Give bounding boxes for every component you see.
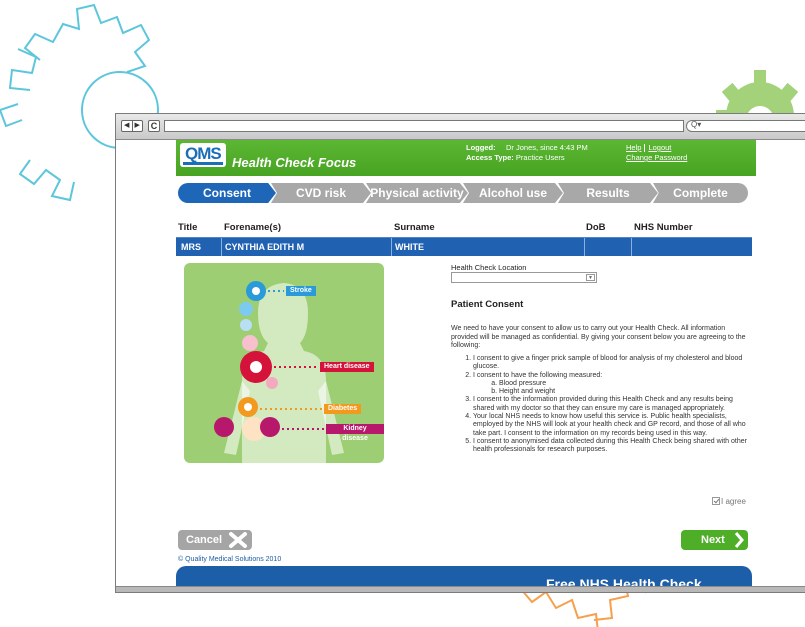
app-title: Health Check Focus bbox=[232, 155, 357, 170]
screen: ◀ ▶ C Q▾ QMS Health Check Focus Logged: … bbox=[0, 0, 805, 627]
cancel-label: Cancel bbox=[186, 534, 223, 546]
nav-buttons: ◀ ▶ bbox=[121, 120, 143, 132]
close-icon bbox=[229, 532, 247, 548]
forward-icon[interactable]: ▶ bbox=[131, 121, 143, 131]
consent-intro: We need to have your consent to allow us… bbox=[451, 325, 746, 349]
browser-toolbar: ◀ ▶ C Q▾ bbox=[116, 114, 805, 140]
agree-checkbox[interactable] bbox=[712, 497, 720, 505]
cell-divider bbox=[221, 238, 222, 256]
step-consent[interactable]: Consent bbox=[178, 183, 276, 203]
logo-text: QMS bbox=[185, 144, 222, 163]
agree-label: I agree bbox=[721, 497, 746, 506]
access-value: Practice Users bbox=[515, 153, 565, 162]
consent-sub-item: Height and weight bbox=[499, 388, 751, 396]
logged-label: Logged: bbox=[466, 143, 496, 152]
session-info: Logged: Dr Jones, since 4:43 PM Access T… bbox=[466, 143, 588, 163]
next-label: Next bbox=[701, 534, 725, 546]
change-password-link[interactable]: Change Password bbox=[626, 153, 687, 162]
cell-divider bbox=[391, 238, 392, 256]
location-label: Health Check Location bbox=[451, 263, 527, 272]
consent-item: I consent to the information provided du… bbox=[473, 396, 751, 413]
step-alcohol-use[interactable]: Alcohol use bbox=[463, 183, 563, 203]
search-icon: Q▾ bbox=[691, 120, 702, 129]
link-separator bbox=[644, 144, 646, 153]
cell-divider bbox=[584, 238, 585, 256]
kidney-disease-label: Kidney disease bbox=[326, 424, 384, 442]
step-cvd-risk[interactable]: CVD risk bbox=[271, 183, 371, 203]
step-physical-activity[interactable]: Physical activity bbox=[366, 183, 468, 203]
col-nhs-number: NHS Number bbox=[634, 222, 693, 233]
cancel-button[interactable]: Cancel bbox=[178, 530, 252, 550]
location-select[interactable]: ▼ bbox=[451, 272, 597, 283]
browser-status-bar bbox=[116, 586, 805, 592]
reload-icon[interactable]: C bbox=[148, 120, 160, 132]
step-results[interactable]: Results bbox=[558, 183, 658, 203]
browser-window: ◀ ▶ C Q▾ QMS Health Check Focus Logged: … bbox=[115, 113, 805, 593]
cell-divider bbox=[631, 238, 632, 256]
cell-title: MRS bbox=[181, 242, 201, 252]
consent-sub-item: Blood pressure bbox=[499, 380, 751, 388]
copyright: © Quality Medical Solutions 2010 bbox=[178, 556, 282, 563]
stroke-label: Stroke bbox=[286, 286, 316, 296]
col-surname: Surname bbox=[394, 222, 435, 233]
progress-steps: Consent CVD risk Physical activity Alcoh… bbox=[178, 183, 748, 203]
logo-underline bbox=[183, 162, 223, 165]
patient-row: MRS CYNTHIA EDITH M WHITE bbox=[176, 237, 752, 256]
consent-item: I consent to give a finger prick sample … bbox=[473, 355, 751, 372]
consent-item: I consent to have the following measured… bbox=[473, 372, 751, 397]
app-header: QMS Health Check Focus Logged: Dr Jones,… bbox=[176, 140, 756, 176]
consent-item: I consent to anonymised data collected d… bbox=[473, 438, 751, 455]
qms-logo: QMS bbox=[180, 143, 226, 167]
back-icon[interactable]: ◀ bbox=[122, 121, 132, 131]
col-title: Title bbox=[178, 222, 198, 233]
page-viewport: QMS Health Check Focus Logged: Dr Jones,… bbox=[116, 140, 805, 592]
chevron-down-icon[interactable]: ▼ bbox=[586, 274, 595, 281]
help-link[interactable]: Help bbox=[626, 143, 641, 152]
heart-disease-label: Heart disease bbox=[320, 362, 374, 372]
next-button[interactable]: Next bbox=[681, 530, 748, 550]
browser-search-field[interactable]: Q▾ bbox=[686, 120, 805, 132]
col-forename: Forename(s) bbox=[224, 222, 282, 233]
logged-value: Dr Jones, since 4:43 PM bbox=[506, 143, 588, 152]
consent-title: Patient Consent bbox=[451, 299, 524, 310]
col-dob: DoB bbox=[586, 222, 606, 233]
address-bar[interactable] bbox=[164, 120, 684, 132]
chevron-right-icon bbox=[734, 532, 744, 548]
diabetes-label: Diabetes bbox=[324, 404, 362, 414]
step-complete[interactable]: Complete bbox=[653, 183, 748, 203]
header-links: Help Logout Change Password bbox=[626, 143, 687, 163]
consent-list: I consent to give a finger prick sample … bbox=[461, 355, 751, 455]
cell-forename: CYNTHIA EDITH M bbox=[225, 242, 305, 252]
consent-item-text: I consent to have the following measured… bbox=[473, 371, 603, 379]
patient-table-header: Title Forename(s) Surname DoB NHS Number bbox=[178, 222, 748, 234]
access-label: Access Type: bbox=[466, 153, 514, 162]
logout-link[interactable]: Logout bbox=[648, 143, 671, 152]
consent-item: Your local NHS needs to know how useful … bbox=[473, 413, 751, 438]
health-illustration: Stroke Heart disease Diabetes Kidney dis… bbox=[184, 263, 384, 463]
cell-surname: WHITE bbox=[395, 242, 424, 252]
agree-control[interactable]: I agree bbox=[712, 497, 746, 506]
